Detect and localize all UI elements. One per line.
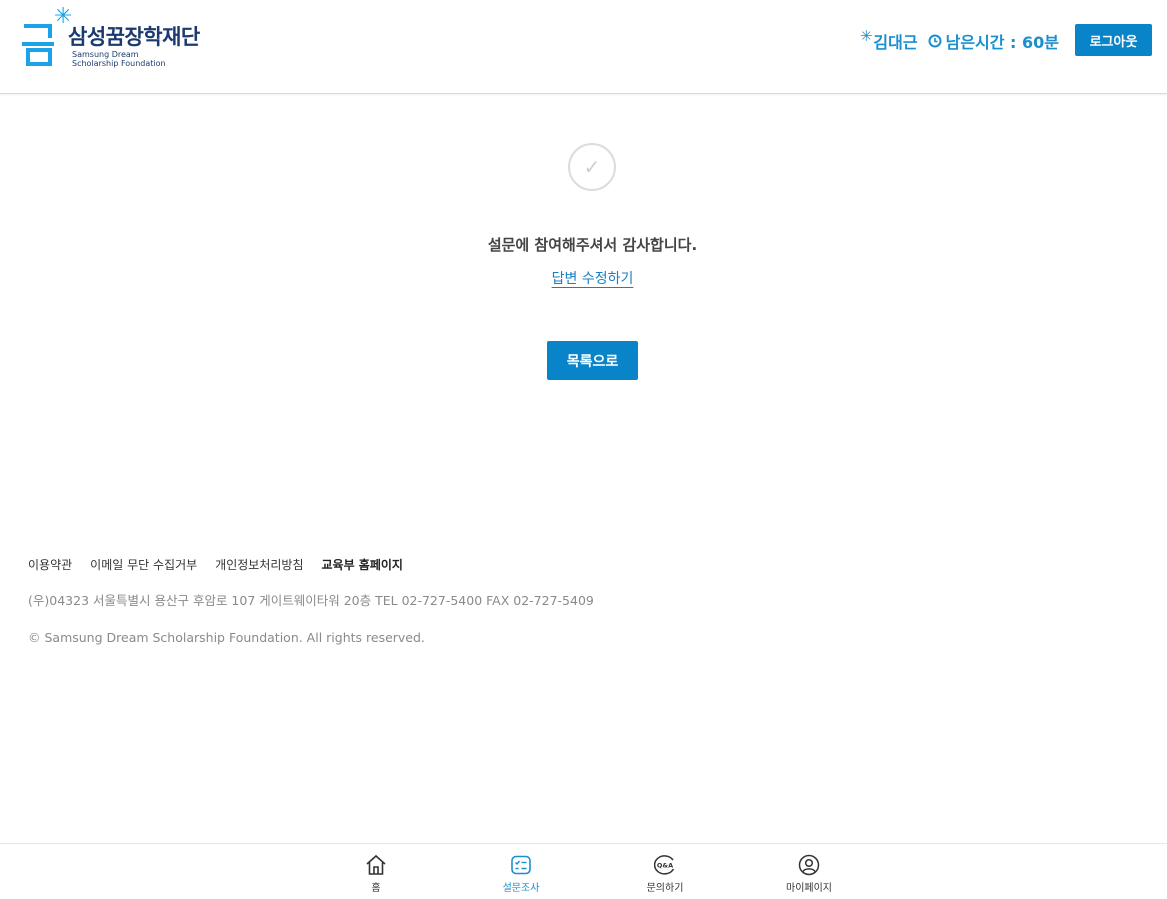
- user-name-text: 김대근: [873, 33, 918, 52]
- nav-label-mypage: 마이페이지: [786, 883, 832, 894]
- nav-item-survey[interactable]: 설문조사: [481, 854, 561, 894]
- nav-label-inquiry: 문의하기: [646, 883, 684, 894]
- nav-item-mypage[interactable]: 마이페이지: [769, 854, 849, 894]
- back-to-list-button[interactable]: 목록으로: [547, 341, 638, 380]
- nav-label-home: 홈: [371, 883, 381, 894]
- clock-icon: [928, 34, 942, 48]
- remaining-time-text: 남은시간 : 60분: [945, 33, 1059, 52]
- footer-link-terms[interactable]: 이용약관: [28, 556, 72, 573]
- survey-icon: [511, 855, 531, 875]
- logo-text-en: Samsung Dream Scholarship Foundation: [72, 50, 166, 68]
- nav-item-inquiry[interactable]: Q&A 문의하기: [625, 854, 705, 894]
- edit-answer-link-wrap: 답변 수정하기: [0, 268, 1167, 288]
- footer-link-moe[interactable]: 교육부 홈페이지: [322, 556, 403, 573]
- footer-link-email-refusal[interactable]: 이메일 무단 수집거부: [90, 556, 197, 573]
- footer-address: (우)04323 서울특별시 용산구 후암로 107 게이트웨이타워 20층 T…: [28, 593, 594, 608]
- footer-links: 이용약관 이메일 무단 수집거부 개인정보처리방침 교육부 홈페이지: [28, 556, 403, 573]
- header: ✳ 삼성꿈장학재단 Samsung Dream Scholarship Foun…: [0, 0, 1167, 94]
- qna-icon: Q&A: [654, 855, 675, 875]
- logo-text-en-line2: Scholarship Foundation: [72, 59, 166, 68]
- user-name: ✳ 김대근: [860, 29, 918, 53]
- nav-label-survey: 설문조사: [502, 883, 540, 894]
- remaining-time: 남은시간 : 60분: [928, 29, 1059, 53]
- user-area: ✳ 김대근 남은시간 : 60분: [860, 28, 1059, 54]
- user-star-icon: ✳: [859, 27, 873, 45]
- logout-button[interactable]: 로그아웃: [1075, 24, 1152, 56]
- footer-copyright: © Samsung Dream Scholarship Foundation. …: [28, 630, 425, 645]
- home-icon: [366, 854, 386, 875]
- logo-mark-icon: [22, 24, 54, 66]
- thanks-message: 설문에 참여해주셔서 감사합니다.: [487, 236, 698, 254]
- edit-answer-link[interactable]: 답변 수정하기: [552, 271, 634, 287]
- user-icon: [798, 854, 820, 876]
- footer-link-privacy[interactable]: 개인정보처리방침: [215, 556, 303, 573]
- check-icon: ✓: [568, 143, 616, 191]
- nav-item-home[interactable]: 홈: [336, 854, 416, 894]
- logo-text-en-line1: Samsung Dream: [72, 50, 139, 59]
- svg-text:Q&A: Q&A: [657, 862, 673, 870]
- logo[interactable]: ✳ 삼성꿈장학재단 Samsung Dream Scholarship Foun…: [22, 6, 212, 68]
- logo-text-ko: 삼성꿈장학재단: [68, 25, 200, 49]
- bottom-nav: 홈 설문조사 Q&A 문의하기 마이페이지: [0, 843, 1167, 899]
